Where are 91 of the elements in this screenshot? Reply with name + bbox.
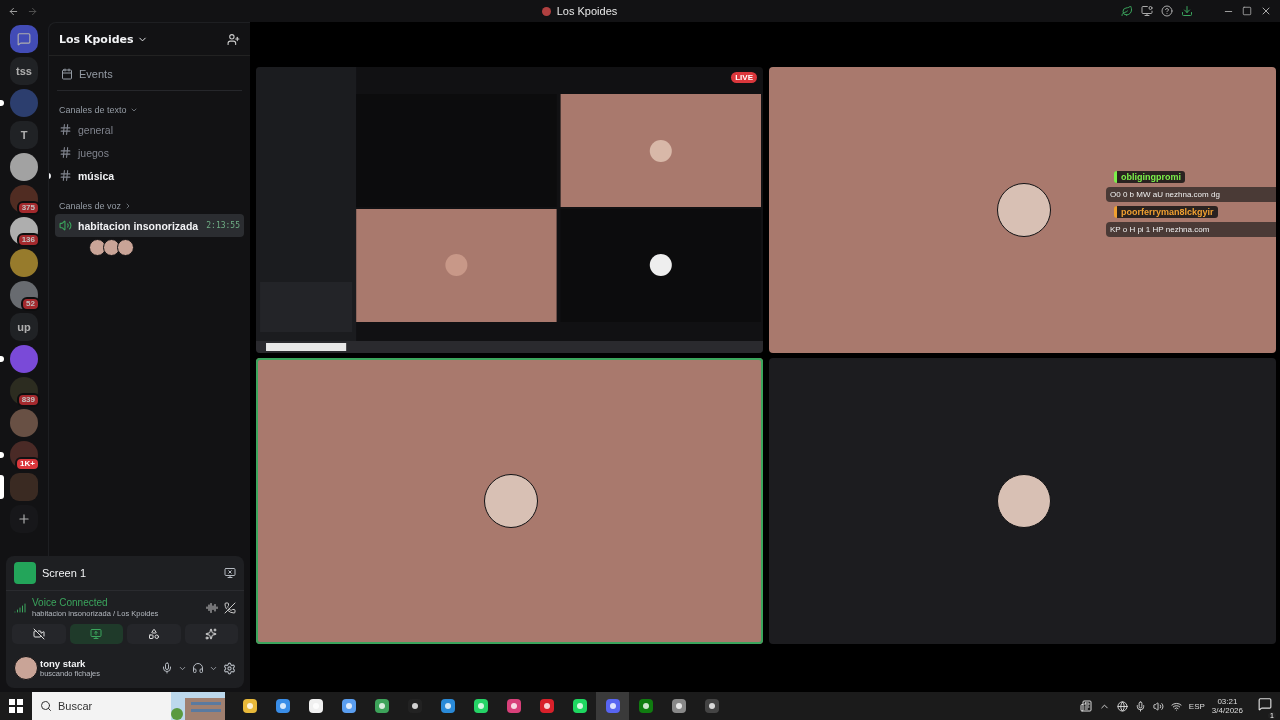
- stop-stream-icon[interactable]: [224, 567, 236, 579]
- hash-icon: [59, 123, 72, 136]
- mention-badge: 1K+: [15, 457, 40, 471]
- leaf-icon[interactable]: [1121, 5, 1133, 17]
- window-title: Los Kpoides: [556, 5, 618, 17]
- server-icon[interactable]: T: [10, 121, 38, 149]
- camera-off-icon: [32, 628, 45, 640]
- screen-record-icon[interactable]: [1141, 5, 1153, 17]
- server-icon[interactable]: [10, 249, 38, 277]
- text-channel[interactable]: música: [55, 164, 244, 187]
- search-icon: [40, 700, 52, 712]
- back-arrow-icon[interactable]: [8, 5, 19, 17]
- microphone-icon[interactable]: [161, 662, 173, 674]
- server-name-button[interactable]: Los Kpoides: [59, 32, 227, 46]
- channel-category[interactable]: Canales de voz: [49, 201, 133, 211]
- chat-username: poorferryman8lckgyir: [1114, 206, 1218, 218]
- voice-channel[interactable]: habitacion insonorizada 2:13:55: [55, 214, 244, 237]
- clock-time[interactable]: 03:21: [1217, 697, 1238, 706]
- participant-avatar: [484, 474, 538, 528]
- wifi-icon[interactable]: [1170, 700, 1182, 712]
- call-timer: 2:13:55: [206, 221, 240, 230]
- screen-button[interactable]: [69, 624, 123, 644]
- server-indicator: [0, 475, 4, 499]
- maximize-icon[interactable]: [1242, 6, 1252, 16]
- server-indicator: [0, 100, 4, 106]
- server-icon[interactable]: [10, 153, 38, 181]
- live-badge: LIVE: [731, 72, 757, 83]
- noise-suppression-icon[interactable]: [206, 601, 218, 614]
- close-icon[interactable]: [1260, 5, 1272, 17]
- help-icon[interactable]: [1161, 5, 1173, 17]
- download-icon[interactable]: [1181, 5, 1193, 17]
- disconnect-icon[interactable]: [224, 601, 236, 614]
- microphone-icon[interactable]: [1134, 700, 1146, 712]
- volume-icon[interactable]: [1152, 700, 1164, 712]
- speaker-icon: [59, 219, 72, 232]
- connection-icon[interactable]: [14, 601, 26, 614]
- text-channel[interactable]: general: [55, 118, 244, 141]
- server-dot-icon: [541, 6, 551, 16]
- participant-avatar[interactable]: [103, 239, 120, 256]
- soundboard-button[interactable]: [184, 624, 238, 644]
- video-tile[interactable]: [256, 358, 763, 644]
- video-tile[interactable]: LIVE: [256, 67, 763, 353]
- text-channel[interactable]: juegos: [55, 141, 244, 164]
- chat-message: KP o H pi 1 HP nezhna.com: [1106, 222, 1276, 237]
- video-tile[interactable]: [769, 358, 1276, 644]
- video-tile[interactable]: obligingpromi O0 0 b MW aU nezhna.com dg poorferryman8lckgyir KP o H pi 1 HP nezhna.com: [769, 67, 1276, 353]
- mention-badge: 136: [16, 233, 40, 247]
- server-icon[interactable]: tss: [10, 57, 38, 85]
- settings-icon[interactable]: [223, 661, 236, 675]
- participant-avatar[interactable]: [117, 239, 134, 256]
- server-icon[interactable]: 375: [10, 185, 38, 213]
- camera-button[interactable]: [12, 624, 66, 644]
- hash-icon: [59, 146, 72, 159]
- taskbar-app[interactable]: [596, 692, 629, 720]
- windows-start-icon[interactable]: [9, 699, 23, 713]
- activities-icon: [147, 628, 160, 640]
- add-server-icon[interactable]: [10, 505, 38, 533]
- chat-message: O0 0 b MW aU nezhna.com dg: [1106, 187, 1276, 202]
- chevron-icon: [129, 106, 138, 114]
- soundboard-icon: [205, 628, 218, 640]
- widgets-icon[interactable]: [1079, 700, 1092, 712]
- headphones-icon[interactable]: [192, 662, 204, 674]
- invite-icon[interactable]: [227, 32, 240, 46]
- server-indicator: [0, 452, 4, 458]
- search-field[interactable]: Buscar: [32, 692, 225, 720]
- server-icon[interactable]: 52: [10, 281, 38, 309]
- user-name: tony stark: [40, 658, 87, 669]
- server-icon[interactable]: 839: [10, 377, 38, 405]
- participant-avatar[interactable]: [89, 239, 106, 256]
- voice-status: Voice Connected: [32, 597, 109, 608]
- globe-icon[interactable]: [1116, 700, 1128, 712]
- chat-username: obligingpromi: [1114, 171, 1185, 183]
- activities-button[interactable]: [127, 624, 181, 644]
- server-icon[interactable]: 1K+: [10, 441, 38, 469]
- events-link[interactable]: Events: [79, 68, 113, 80]
- server-icon[interactable]: up: [10, 313, 38, 341]
- server-icon[interactable]: [10, 345, 38, 373]
- language-indicator[interactable]: ESP: [1188, 701, 1205, 711]
- calendar-icon: [61, 68, 73, 80]
- clock-date[interactable]: 3/4/2026: [1211, 706, 1243, 715]
- mention-badge: 375: [16, 201, 40, 215]
- user-avatar[interactable]: [14, 656, 38, 680]
- hash-icon: [59, 169, 72, 182]
- mention-badge: 52: [21, 297, 40, 311]
- participant-avatar: [997, 183, 1051, 237]
- channel-category[interactable]: Canales de texto: [49, 105, 138, 115]
- mention-badge: 839: [16, 393, 40, 407]
- stream-title: Screen 1: [42, 567, 88, 579]
- server-indicator: [0, 356, 4, 362]
- server-icon[interactable]: 136: [10, 217, 38, 245]
- notifications-icon[interactable]: [1258, 697, 1272, 711]
